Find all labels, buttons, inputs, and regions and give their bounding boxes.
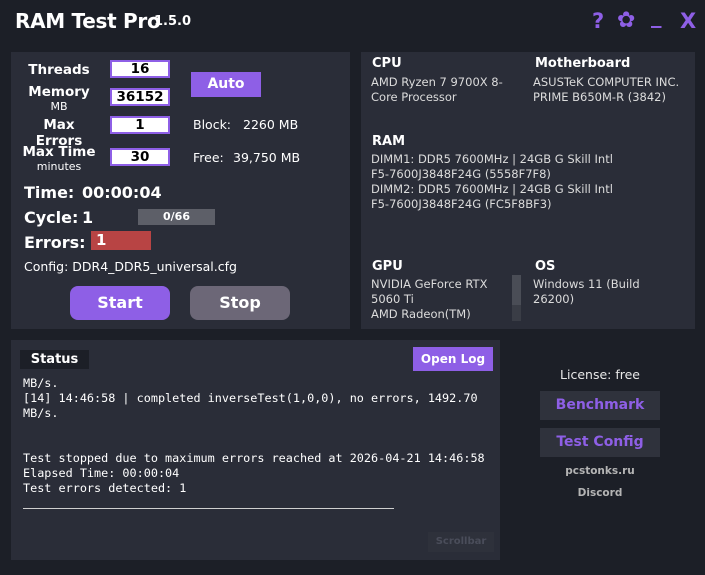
log-line: MB/s. bbox=[23, 376, 59, 390]
time-label: Time: bbox=[24, 183, 75, 202]
minimize-icon[interactable]: _ bbox=[651, 6, 662, 27]
open-log-button[interactable]: Open Log bbox=[413, 347, 493, 371]
ram-heading: RAM bbox=[372, 134, 406, 149]
memory-unit-label: MB bbox=[50, 100, 68, 113]
cycle-label: Cycle: bbox=[24, 208, 79, 227]
threads-input[interactable]: 16 bbox=[110, 60, 170, 78]
log-scrollbar[interactable]: Scrollbar bbox=[428, 532, 494, 552]
log-line: Test errors detected: 1 bbox=[23, 481, 187, 495]
max-errors-input[interactable]: 1 bbox=[110, 116, 170, 134]
free-label: Free: bbox=[193, 150, 224, 165]
motherboard-line-2: PRIME B650M-R (3842) bbox=[533, 90, 666, 104]
settings-gear-icon[interactable]: ✿ bbox=[617, 10, 635, 32]
errors-label: Errors: bbox=[24, 233, 86, 252]
cpu-heading: CPU bbox=[372, 56, 402, 71]
help-icon[interactable]: ? bbox=[592, 11, 604, 32]
max-time-unit-label: minutes bbox=[36, 160, 82, 173]
os-line-2: 26200) bbox=[533, 292, 575, 306]
start-button[interactable]: Start bbox=[70, 286, 170, 320]
ram-line: DIMM1: DDR5 7600MHz | 24GB G Skill Intl bbox=[371, 152, 613, 166]
license-label: License: free bbox=[560, 367, 640, 382]
ram-line: F5-7600J3848F24G (5558F7F8) bbox=[371, 167, 551, 181]
motherboard-line-1: ASUSTeK COMPUTER INC. bbox=[533, 75, 680, 89]
auto-button[interactable]: Auto bbox=[191, 72, 261, 97]
benchmark-button[interactable]: Benchmark bbox=[540, 391, 660, 420]
stop-button[interactable]: Stop bbox=[190, 286, 290, 320]
cycle-value: 1 bbox=[82, 208, 94, 227]
errors-count-badge: 1 bbox=[91, 231, 151, 250]
gpu-heading: GPU bbox=[372, 259, 403, 274]
app-version: 1.5.0 bbox=[154, 14, 192, 29]
website-link[interactable]: pcstonks.ru bbox=[540, 465, 660, 477]
time-value: 00:00:04 bbox=[82, 183, 162, 202]
gpu-scrollbar-thumb[interactable] bbox=[512, 275, 521, 305]
os-line-1: Windows 11 (Build bbox=[533, 277, 640, 291]
cpu-line-1: AMD Ryzen 7 9700X 8- bbox=[371, 75, 503, 89]
status-panel bbox=[11, 340, 500, 560]
log-divider bbox=[23, 508, 394, 509]
log-line: [14] 14:46:58 | completed inverseTest(1,… bbox=[23, 391, 478, 405]
max-time-input[interactable]: 30 bbox=[110, 148, 170, 166]
block-value: 2260 MB bbox=[243, 117, 299, 132]
cycle-progress-bar: 0/66 bbox=[138, 209, 215, 225]
os-heading: OS bbox=[535, 259, 556, 274]
gpu-line-3: AMD Radeon(TM) bbox=[371, 307, 471, 321]
block-label: Block: bbox=[193, 117, 232, 132]
memory-label: Memory bbox=[28, 84, 90, 100]
ram-line: DIMM2: DDR5 7600MHz | 24GB G Skill Intl bbox=[371, 182, 613, 196]
status-tab: Status bbox=[20, 350, 89, 369]
log-line: Elapsed Time: 00:00:04 bbox=[23, 466, 180, 480]
ram-line: F5-7600J3848F24G (FC5F8BF3) bbox=[371, 197, 552, 211]
memory-input[interactable]: 36152 bbox=[110, 88, 170, 106]
config-file-label: Config: DDR4_DDR5_universal.cfg bbox=[24, 259, 237, 274]
max-time-label: Max Time bbox=[22, 144, 96, 160]
test-config-button[interactable]: Test Config bbox=[540, 428, 660, 457]
app-title: RAM Test Pro bbox=[15, 9, 161, 33]
threads-label: Threads bbox=[28, 62, 90, 78]
close-icon[interactable]: X bbox=[680, 11, 696, 32]
gpu-line-2: 5060 Ti bbox=[371, 292, 414, 306]
discord-link[interactable]: Discord bbox=[540, 487, 660, 499]
motherboard-heading: Motherboard bbox=[535, 56, 631, 71]
cpu-line-2: Core Processor bbox=[371, 90, 457, 104]
log-line: Test stopped due to maximum errors reach… bbox=[23, 451, 485, 465]
free-value: 39,750 MB bbox=[233, 150, 301, 165]
log-line: MB/s. bbox=[23, 406, 59, 420]
gpu-line-1: NVIDIA GeForce RTX bbox=[371, 277, 488, 291]
